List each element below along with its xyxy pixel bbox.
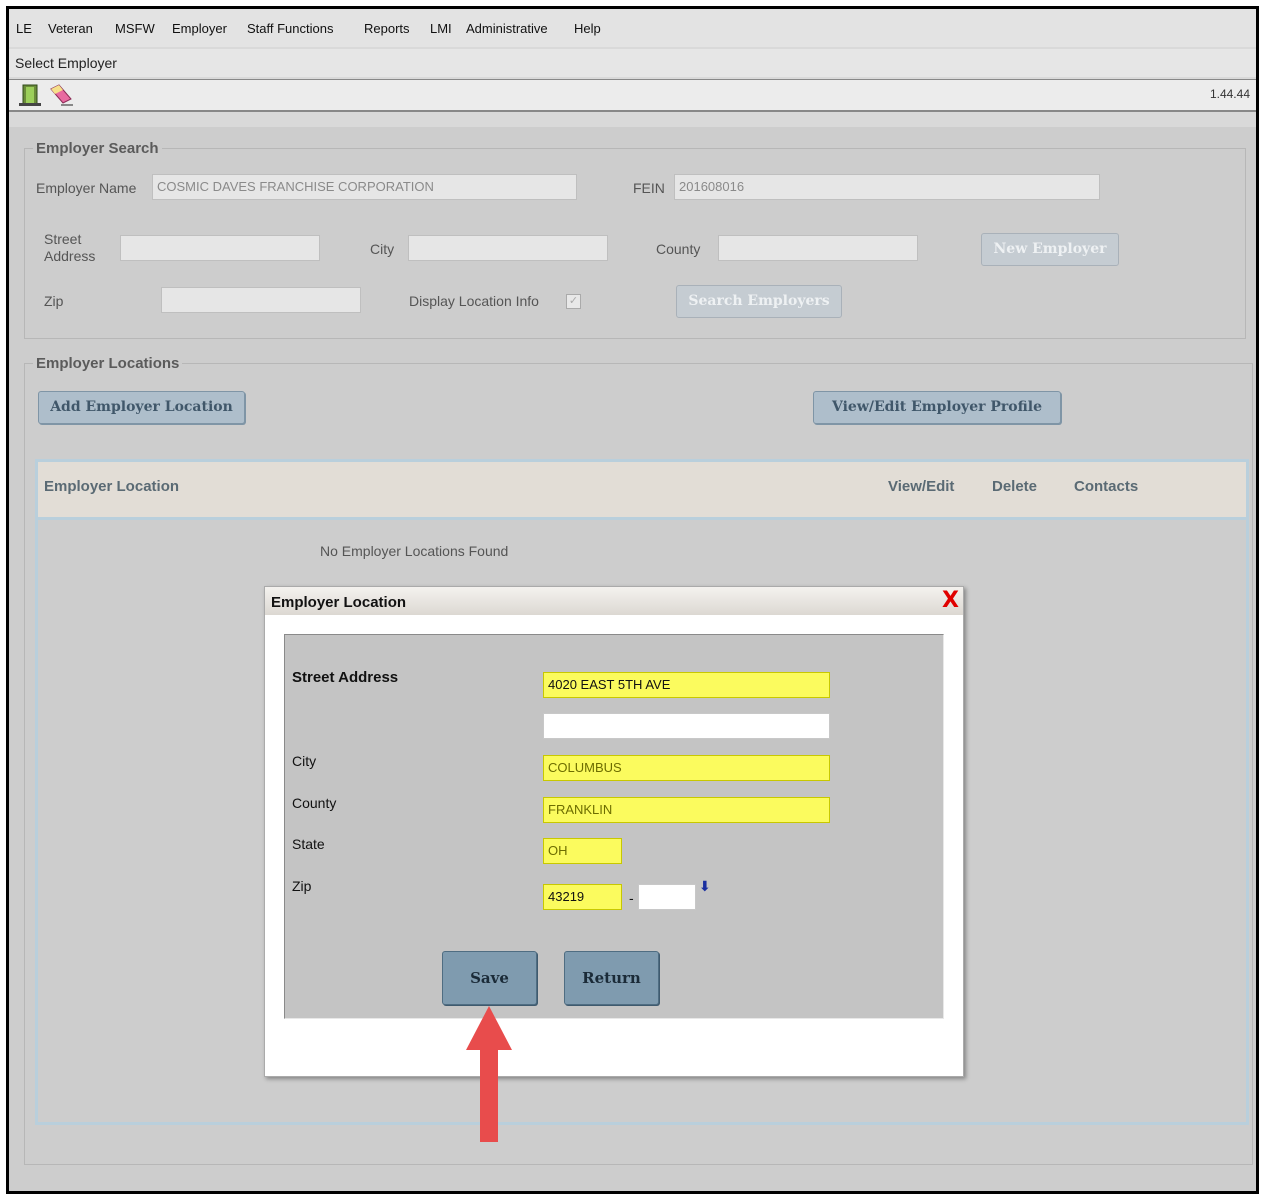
employer-search-group: Employer Search Employer Name COSMIC DAV… xyxy=(24,140,1246,339)
street-address-label: Street Address xyxy=(44,231,95,265)
employer-locations-legend: Employer Locations xyxy=(33,355,183,372)
county-field[interactable] xyxy=(718,235,918,261)
city-field[interactable] xyxy=(408,235,608,261)
app-window: LE Veteran MSFW Employer Staff Functions… xyxy=(6,6,1259,1194)
column-employer-location: Employer Location xyxy=(44,478,180,495)
menu-item-msfw[interactable]: MSFW xyxy=(115,21,155,36)
menu-item-le[interactable]: LE xyxy=(16,21,32,36)
new-employer-button[interactable]: New Employer xyxy=(981,233,1119,266)
city-input[interactable]: COLUMBUS xyxy=(543,755,830,781)
annotation-arrow-icon xyxy=(466,1006,512,1142)
close-icon[interactable]: X xyxy=(942,588,959,614)
menu-item-administrative[interactable]: Administrative xyxy=(466,21,548,36)
column-delete: Delete xyxy=(992,478,1038,495)
zip-label: Zip xyxy=(292,878,312,894)
table-header: Employer Location View/Edit Delete Conta… xyxy=(38,462,1246,520)
street-address-input[interactable]: 4020 EAST 5TH AVE xyxy=(543,672,830,698)
employer-search-legend: Employer Search xyxy=(33,140,162,157)
menu-item-staff-functions[interactable]: Staff Functions xyxy=(247,21,333,36)
eraser-icon[interactable] xyxy=(47,83,75,112)
search-employers-button[interactable]: Search Employers xyxy=(676,285,842,318)
street-address-label: Street Address xyxy=(292,669,399,686)
state-label: State xyxy=(292,836,325,852)
toolbar: 1.44.44 xyxy=(9,79,1256,112)
dialog-title: Employer Location xyxy=(271,594,407,611)
street-address-field[interactable] xyxy=(120,235,320,261)
menu-item-help[interactable]: Help xyxy=(574,21,601,36)
menu-bar: LE Veteran MSFW Employer Staff Functions… xyxy=(9,9,1256,47)
zip-field[interactable] xyxy=(161,287,361,313)
save-button[interactable]: Save xyxy=(442,951,537,1005)
display-location-label: Display Location Info xyxy=(409,293,539,309)
column-contacts: Contacts xyxy=(1074,478,1139,495)
zip-plus4-input[interactable] xyxy=(638,884,696,910)
return-button[interactable]: Return xyxy=(564,951,659,1005)
employer-name-label: Employer Name xyxy=(36,180,137,196)
county-input[interactable]: FRANKLIN xyxy=(543,797,830,823)
city-label: City xyxy=(370,241,395,257)
screen-title-bar: Select Employer xyxy=(9,49,1256,77)
street-address-label-line2: Address xyxy=(44,248,96,264)
state-input[interactable]: OH xyxy=(543,838,622,864)
menu-item-employer[interactable]: Employer xyxy=(172,21,227,36)
dialog-title-bar: Employer Location X xyxy=(265,587,963,615)
menu-item-reports[interactable]: Reports xyxy=(364,21,410,36)
street-address-line2-input[interactable] xyxy=(543,713,830,739)
zip-lookup-icon[interactable]: ⬇ xyxy=(699,879,711,895)
county-label: County xyxy=(656,241,701,257)
employer-name-field[interactable]: COSMIC DAVES FRANCHISE CORPORATION xyxy=(152,174,577,200)
screen-title: Select Employer xyxy=(15,55,117,71)
zip-dash: - xyxy=(629,890,634,906)
column-view-edit: View/Edit xyxy=(888,478,955,495)
dialog-body: Street Address 4020 EAST 5TH AVE City CO… xyxy=(284,634,944,1019)
fein-label: FEIN xyxy=(633,180,665,196)
view-edit-employer-profile-button[interactable]: View/Edit Employer Profile xyxy=(813,391,1061,424)
employer-location-dialog: Employer Location X Street Address 4020 … xyxy=(264,586,964,1077)
zip-label: Zip xyxy=(44,293,64,309)
menu-item-lmi[interactable]: LMI xyxy=(430,21,452,36)
zip-input[interactable]: 43219 xyxy=(543,884,622,910)
city-label: City xyxy=(292,753,317,769)
empty-table-message: No Employer Locations Found xyxy=(320,543,509,559)
fein-field[interactable]: 201608016 xyxy=(674,174,1100,200)
add-employer-location-button[interactable]: Add Employer Location xyxy=(38,391,245,424)
display-location-checkbox[interactable]: ✓ xyxy=(566,294,581,309)
version-label: 1.44.44 xyxy=(1209,87,1250,101)
street-address-label-line1: Street xyxy=(44,231,82,247)
menu-item-veteran[interactable]: Veteran xyxy=(48,21,93,36)
county-label: County xyxy=(292,795,337,811)
exit-door-icon[interactable] xyxy=(17,83,43,112)
